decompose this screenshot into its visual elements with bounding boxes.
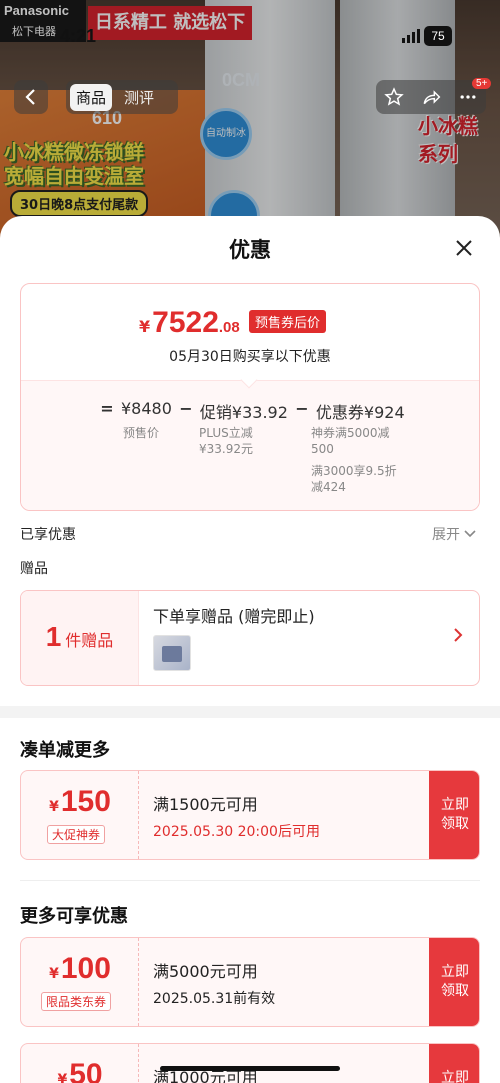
coupon-currency: ¥ (57, 1072, 68, 1083)
more-icon[interactable] (458, 87, 478, 107)
coupon-amount-value: 50 (69, 1058, 103, 1083)
price-formula: = ¥8480 − 促销¥33.92 − 优惠券¥924 (99, 399, 405, 423)
battery-icon: 75 (424, 26, 452, 46)
presale-price-value: ¥8480 (121, 399, 172, 418)
gift-count-number: 1 (45, 621, 62, 652)
coupon-note-line1: 神券满5000减 (311, 426, 390, 440)
coupon-type-tag: 大促神券 (47, 825, 106, 844)
coupon-condition: 满5000元可用 (153, 962, 258, 981)
claim-coupon-button[interactable]: 立即领取 (429, 771, 479, 859)
promotion-value: 促销¥33.92 (199, 403, 288, 422)
claim-coupon-button[interactable]: 立即领取 (429, 938, 479, 1026)
coupon-validity: 2025.05.31前有效 (153, 991, 276, 1007)
presale-price-tag: 预售券后价 (249, 310, 327, 333)
final-price: ¥ 7522 .08 (139, 306, 240, 340)
coupon-note-line4: 减424 (311, 480, 346, 494)
coupon-note: 神券满5000减 500 满3000享9.5折 减424 (311, 425, 397, 495)
nav-actions (376, 80, 486, 114)
coupon-amount: ¥ 50 (21, 1058, 139, 1083)
section-divider (0, 706, 500, 718)
expand-label: 展开 (432, 527, 460, 543)
coupon-condition: 满1500元可用 (153, 795, 258, 814)
price-breakdown-card: ¥ 7522 .08 预售券后价 05月30日购买享以下优惠 = ¥8480 −… (20, 283, 480, 511)
coupon-amount: ¥ 100 (21, 952, 139, 986)
section-title-more: 凑单减更多 (20, 740, 110, 761)
chevron-down-icon (464, 530, 476, 538)
minus-sign: − (179, 399, 193, 418)
chevron-left-icon (25, 89, 35, 105)
coupon-amount-value: 150 (60, 785, 111, 818)
coupon-value: 优惠券¥924 (315, 403, 405, 422)
coupon-note-line3: 满3000享9.5折 (311, 464, 397, 478)
close-icon[interactable] (452, 236, 476, 260)
final-price-decimal: .08 (218, 319, 240, 336)
coupon-card: ¥ 50 满1000元可用 立即领取 (20, 1043, 480, 1083)
section-title-other: 更多可享优惠 (20, 906, 128, 927)
coupon-card: ¥ 100 限品类东券 满5000元可用 2025.05.31前有效 立即领取 (20, 937, 480, 1027)
tab-review[interactable]: 测评 (118, 84, 160, 111)
currency-symbol: ¥ (139, 317, 151, 336)
star-icon[interactable] (384, 87, 405, 107)
message-count-badge: 5+ (472, 78, 492, 89)
coupon-note-line2: 500 (311, 442, 334, 456)
claim-coupon-button[interactable]: 立即领取 (429, 1044, 479, 1083)
price-formula-section: = ¥8480 − 促销¥33.92 − 优惠券¥924 预售价 PLUS立减 … (21, 380, 479, 510)
expand-button[interactable]: 展开 (432, 524, 476, 544)
plus-discount-note-line1: PLUS立减 (199, 426, 253, 440)
claim-button-label: 立即领取 (441, 797, 469, 832)
sheet-title: 优惠 (229, 238, 271, 262)
claim-button-label: 立即领取 (441, 964, 469, 999)
signal-icon (402, 28, 420, 43)
status-time: 4:21 (60, 26, 97, 46)
enjoyed-discounts-label: 已享优惠 (20, 527, 76, 543)
coupon-amount: ¥ 150 (21, 785, 139, 819)
back-button[interactable] (14, 80, 48, 114)
gift-count-unit: 件赠品 (65, 631, 114, 650)
discount-sheet: 优惠 ¥ 7522 .08 预售券后价 05月30日购买享以下优惠 = ¥848… (0, 216, 500, 1083)
nav-tabs: 商品 测评 (66, 80, 178, 114)
equals-sign: = (100, 399, 114, 418)
coupon-type-tag: 限品类东券 (41, 992, 112, 1011)
plus-discount-note-line2: ¥33.92元 (199, 442, 253, 456)
coupon-amount-area: ¥ 100 限品类东券 (21, 938, 139, 1026)
chevron-right-icon (454, 628, 463, 642)
final-price-integer: 7522 (152, 306, 219, 339)
coupon-amount-value: 100 (60, 952, 111, 985)
coupon-currency: ¥ (49, 799, 59, 815)
home-indicator[interactable] (160, 1066, 340, 1071)
tab-product[interactable]: 商品 (70, 83, 113, 111)
purchase-date-note: 05月30日购买享以下优惠 (169, 349, 331, 365)
share-icon[interactable] (421, 87, 441, 107)
divider (20, 880, 480, 881)
coupon-currency: ¥ (49, 966, 59, 982)
plus-discount-note: PLUS立减 ¥33.92元 (199, 425, 253, 457)
minus-sign: − (295, 399, 309, 418)
coupon-card: ¥ 150 大促神券 满1500元可用 2025.05.30 20:00后可用 … (20, 770, 480, 860)
coupon-amount-area: ¥ 150 大促神券 (21, 771, 139, 859)
claim-button-label: 立即领取 (441, 1070, 469, 1083)
gift-title: 下单享赠品 (赠完即止) (153, 607, 315, 626)
presale-price-label: 预售价 (123, 426, 160, 440)
final-price-section: ¥ 7522 .08 预售券后价 05月30日购买享以下优惠 (21, 284, 479, 380)
gift-section-label: 赠品 (20, 561, 48, 577)
gift-card[interactable]: 1 件赠品 下单享赠品 (赠完即止) (20, 590, 480, 686)
gift-count: 1 件赠品 (21, 591, 139, 685)
coupon-validity: 2025.05.30 20:00后可用 (153, 824, 320, 840)
coupon-amount-area: ¥ 50 (21, 1044, 139, 1083)
gift-thumbnail (153, 635, 191, 671)
